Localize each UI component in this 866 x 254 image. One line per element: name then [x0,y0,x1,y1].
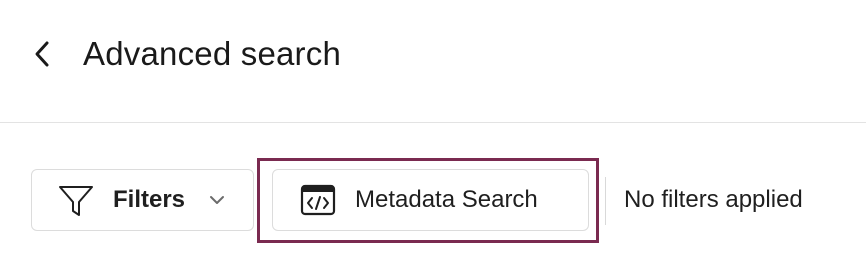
chevron-left-icon [35,41,49,67]
page-header: Advanced search [0,0,866,123]
filters-button[interactable]: Filters [31,169,254,231]
metadata-search-label: Metadata Search [355,186,538,213]
filters-label: Filters [113,186,186,213]
toolbar-divider [605,177,606,225]
back-button[interactable] [26,34,60,74]
code-window-icon [300,184,336,216]
page-title: Advanced search [83,35,341,72]
filter-status-text: No filters applied [624,186,803,213]
search-toolbar: Filters Metadata Search No filters appli… [0,123,866,254]
funnel-icon [59,186,93,216]
metadata-search-button[interactable]: Metadata Search [272,169,589,231]
chevron-down-icon [210,196,224,204]
